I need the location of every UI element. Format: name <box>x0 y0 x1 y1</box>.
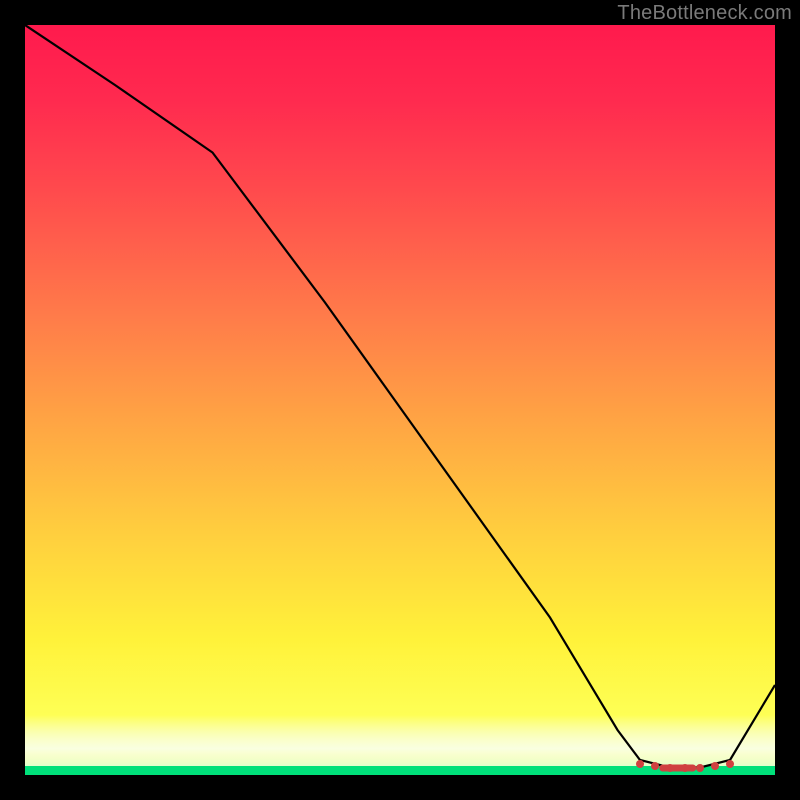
line-plot <box>25 25 775 775</box>
series-curve <box>25 25 775 768</box>
plot-area <box>25 25 775 775</box>
watermark-text: TheBottleneck.com <box>617 2 792 25</box>
chart-container: TheBottleneck.com <box>0 0 800 800</box>
